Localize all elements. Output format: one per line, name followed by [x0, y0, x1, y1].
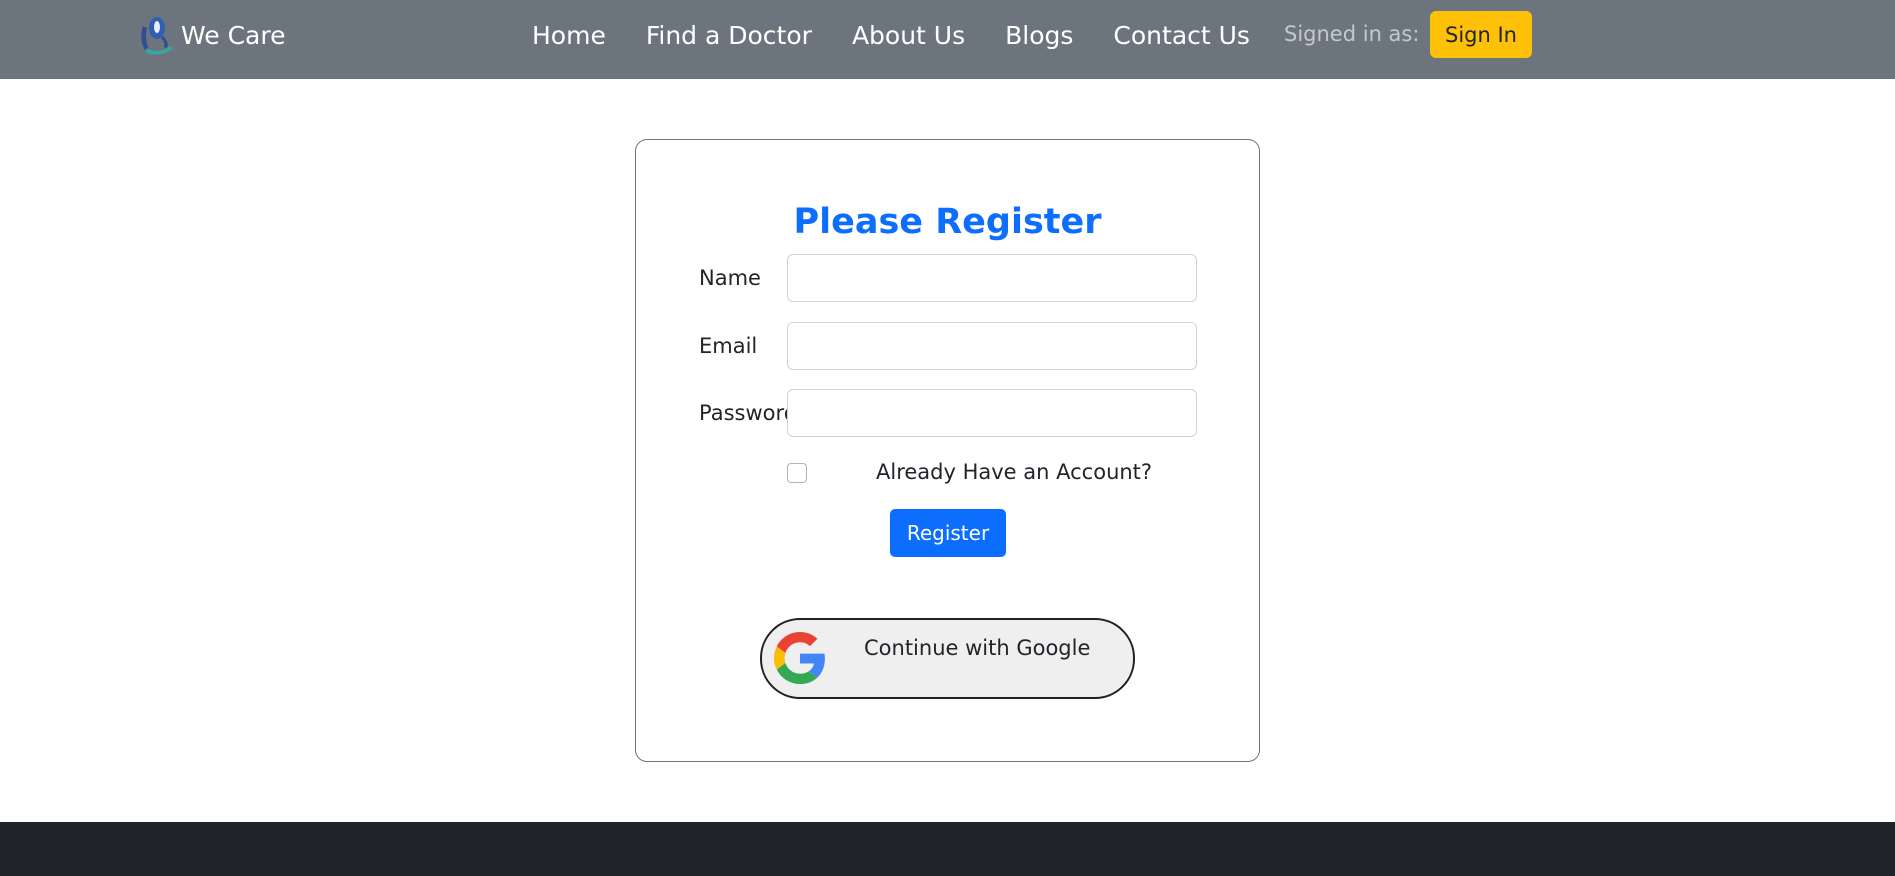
- google-button-label: Continue with Google: [864, 636, 1091, 660]
- continue-with-google-button[interactable]: Continue with Google: [760, 618, 1135, 699]
- sign-in-button[interactable]: Sign In: [1430, 11, 1532, 58]
- brand-name[interactable]: We Care: [181, 21, 285, 50]
- signed-in-label: Signed in as:: [1284, 22, 1420, 46]
- email-input[interactable]: [787, 322, 1197, 370]
- name-input[interactable]: [787, 254, 1197, 302]
- email-label: Email: [699, 334, 758, 358]
- nav-link-about-us[interactable]: About Us: [832, 21, 985, 50]
- top-navbar: We Care Home Find a Doctor About Us Blog…: [0, 0, 1895, 79]
- google-g-icon: [774, 632, 825, 684]
- footer: [0, 822, 1895, 876]
- main-nav: Home Find a Doctor About Us Blogs Contac…: [512, 0, 1270, 70]
- nav-link-find-a-doctor[interactable]: Find a Doctor: [626, 21, 832, 50]
- page-title: Please Register: [793, 202, 1102, 242]
- register-button[interactable]: Register: [890, 509, 1006, 557]
- nav-link-home[interactable]: Home: [512, 21, 626, 50]
- password-label: Password: [699, 401, 789, 425]
- already-account-label: Already Have an Account?: [876, 460, 1153, 484]
- nav-link-contact-us[interactable]: Contact Us: [1093, 21, 1270, 50]
- already-account-checkbox[interactable]: [787, 463, 807, 483]
- we-care-logo-icon: [141, 17, 173, 55]
- password-input[interactable]: [787, 389, 1197, 437]
- brand[interactable]: We Care: [137, 14, 285, 56]
- nav-link-blogs[interactable]: Blogs: [985, 21, 1093, 50]
- name-label: Name: [699, 266, 761, 290]
- register-card: Please Register Name Email Password Alre…: [635, 139, 1260, 762]
